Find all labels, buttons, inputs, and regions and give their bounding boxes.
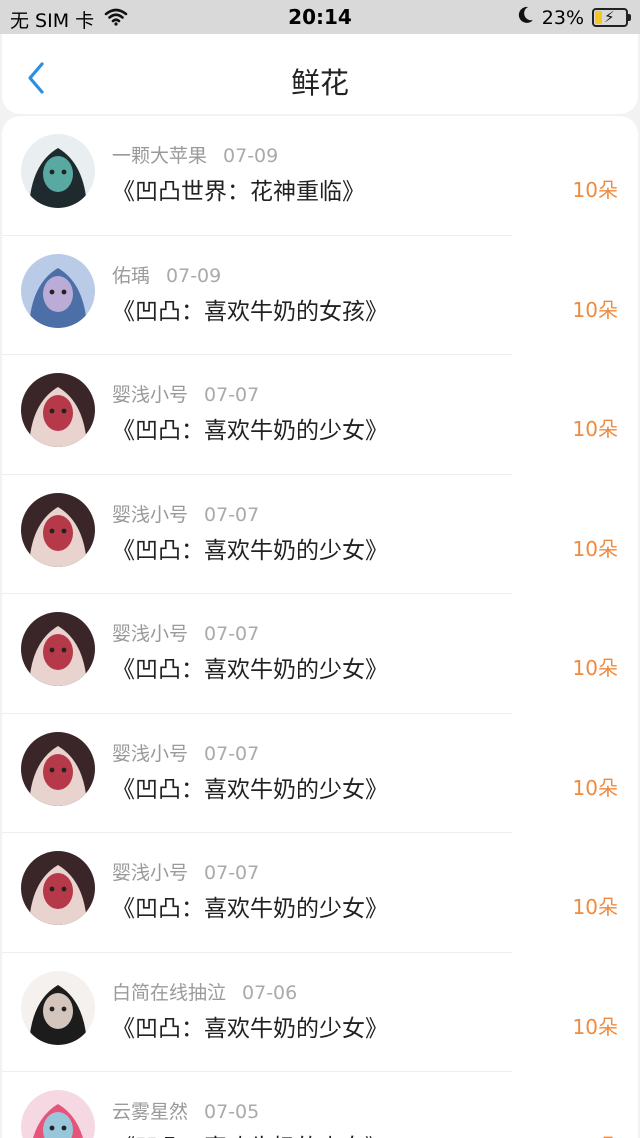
date-label: 07-07: [204, 384, 260, 406]
work-title[interactable]: 《凹凸：喜欢牛奶的少女》: [112, 411, 388, 445]
user-name[interactable]: 一颗大苹果: [112, 145, 207, 167]
work-title[interactable]: 《凹凸：喜欢牛奶的女孩》: [112, 292, 388, 326]
flower-count: 10朵: [572, 656, 618, 680]
list-item[interactable]: 一颗大苹果 07-09 《凹凸世界：花神重临》 10朵: [2, 116, 638, 236]
user-name[interactable]: 佑瑀: [112, 265, 150, 287]
date-label: 07-07: [204, 862, 260, 884]
work-title[interactable]: 《凹凸：喜欢牛奶的少女》: [112, 1009, 388, 1043]
nav-header: 鲜花: [2, 34, 638, 114]
moon-icon: [518, 6, 534, 29]
user-name[interactable]: 婴浅小号: [112, 623, 188, 645]
list-item[interactable]: 云雾星然 07-05 《凹凸：喜欢牛奶的少女》 1朵: [2, 1072, 638, 1138]
work-title[interactable]: 《凹凸：喜欢牛奶的少女》: [112, 1128, 388, 1138]
avatar[interactable]: [21, 970, 95, 1045]
work-title[interactable]: 《凹凸：喜欢牛奶的少女》: [112, 531, 388, 565]
work-title[interactable]: 《凹凸：喜欢牛奶的少女》: [112, 770, 388, 804]
list-item[interactable]: 佑瑀 07-09 《凹凸：喜欢牛奶的女孩》 10朵: [2, 236, 638, 356]
list-item[interactable]: 婴浅小号 07-07 《凹凸：喜欢牛奶的少女》 10朵: [2, 475, 638, 595]
flower-count: 10朵: [572, 417, 618, 441]
date-label: 07-07: [204, 623, 260, 645]
gift-list[interactable]: 一颗大苹果 07-09 《凹凸世界：花神重临》 10朵 佑瑀 07-09 《凹凸：喜…: [2, 116, 638, 1138]
avatar[interactable]: [21, 851, 95, 925]
flower-count: 10朵: [572, 1014, 618, 1039]
flower-count: 10朵: [572, 297, 618, 322]
battery-charging-icon: ⚡: [592, 8, 631, 27]
avatar[interactable]: [21, 731, 95, 806]
avatar[interactable]: [21, 373, 95, 447]
status-bar: 无 SIM 卡 20:14 23% ⚡: [0, 0, 640, 34]
battery-level-fill: [595, 11, 603, 24]
flower-count: 10朵: [572, 178, 618, 202]
avatar[interactable]: [21, 1090, 95, 1138]
avatar[interactable]: [21, 134, 95, 208]
work-title[interactable]: 《凹凸世界：花神重临》: [112, 172, 365, 206]
list-item[interactable]: 白简在线抽泣 07-06 《凹凸：喜欢牛奶的少女》 10朵: [2, 953, 638, 1073]
list-item[interactable]: 婴浅小号 07-07 《凹凸：喜欢牛奶的少女》 10朵: [2, 714, 638, 834]
user-name[interactable]: 云雾星然: [112, 1101, 188, 1123]
date-label: 07-06: [242, 981, 298, 1004]
page-title: 鲜花: [290, 66, 349, 100]
list-item[interactable]: 婴浅小号 07-07 《凹凸：喜欢牛奶的少女》 10朵: [2, 833, 638, 953]
list-item[interactable]: 婴浅小号 07-07 《凹凸：喜欢牛奶的少女》 10朵: [2, 355, 638, 475]
date-label: 07-05: [204, 1101, 260, 1123]
user-name[interactable]: 婴浅小号: [112, 743, 188, 765]
user-name[interactable]: 白简在线抽泣: [112, 982, 226, 1004]
user-name[interactable]: 婴浅小号: [112, 862, 188, 884]
flower-count: 1朵: [585, 1130, 618, 1138]
avatar[interactable]: [21, 253, 95, 328]
avatar[interactable]: [21, 612, 95, 686]
date-label: 07-07: [204, 742, 260, 765]
work-title[interactable]: 《凹凸：喜欢牛奶的少女》: [112, 889, 388, 923]
flower-count: 10朵: [572, 895, 618, 919]
flower-count: 10朵: [572, 536, 618, 561]
date-label: 07-09: [223, 145, 279, 167]
battery-percent: 23%: [541, 6, 584, 29]
user-name[interactable]: 婴浅小号: [112, 504, 188, 526]
flower-count: 10朵: [572, 775, 618, 800]
date-label: 07-09: [166, 264, 222, 287]
date-label: 07-07: [204, 503, 260, 526]
work-title[interactable]: 《凹凸：喜欢牛奶的少女》: [112, 650, 388, 684]
list-item[interactable]: 婴浅小号 07-07 《凹凸：喜欢牛奶的少女》 10朵: [2, 594, 638, 714]
user-name[interactable]: 婴浅小号: [112, 384, 188, 406]
avatar[interactable]: [21, 492, 95, 567]
